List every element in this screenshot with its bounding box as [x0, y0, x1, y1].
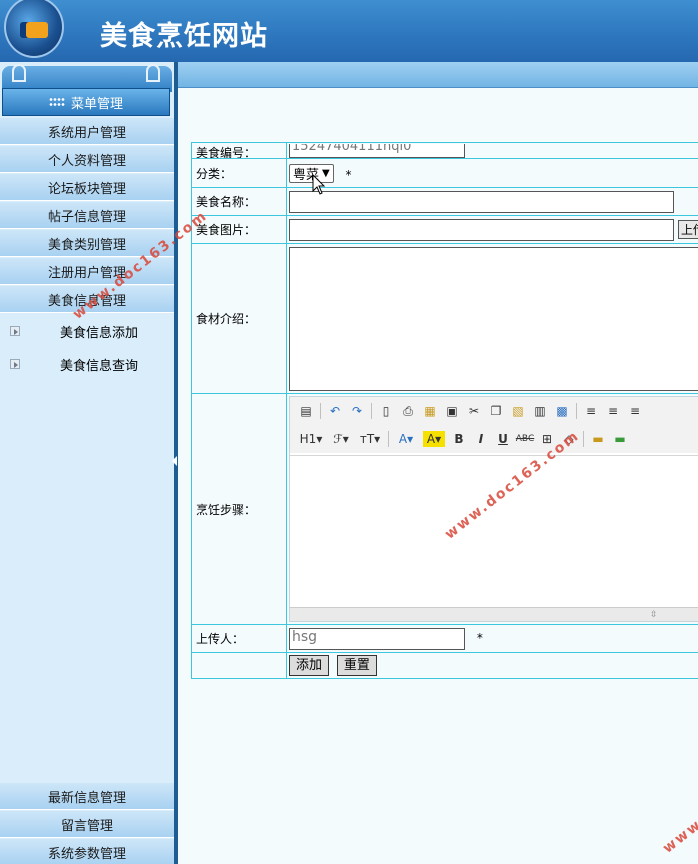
ring-icon — [12, 64, 26, 82]
uploader-label: 上传人： — [191, 624, 287, 653]
form-row-actions: 添加 重置 — [191, 652, 698, 679]
editor-content-area[interactable] — [290, 455, 698, 607]
resize-handle-icon[interactable]: ⇳ — [650, 610, 658, 620]
bold-icon[interactable]: B — [451, 431, 467, 447]
cut-icon[interactable]: ✂ — [466, 403, 482, 419]
mouse-cursor-icon — [312, 174, 326, 195]
required-mark: * — [476, 631, 483, 645]
required-mark: * — [345, 167, 352, 182]
form-row-image: 美食图片： 上传 — [191, 215, 698, 244]
steps-label: 烹饪步骤： — [191, 393, 287, 625]
uploader-input[interactable]: hsg — [289, 627, 465, 650]
sidebar-item-posts[interactable]: 帖子信息管理 — [0, 202, 174, 229]
form-row-ingredients: 食材介绍： — [191, 243, 698, 394]
paste-word-icon[interactable]: ▩ — [554, 403, 570, 419]
sidebar-item-messages[interactable]: 留言管理 — [0, 811, 174, 838]
form-row-steps: 烹饪步骤： ▤ ↶ ↷ ▯ ⎙ ▦ ▣ ✂ ❐ ▧ ▥ ▩ ≡ ≡ ≡ H1▾ … — [191, 393, 698, 625]
sidebar-item-latest-info[interactable]: 最新信息管理 — [0, 783, 174, 810]
editor-toolbar-row-2: H1▾ ℱ▾ тT▾ A▾ A▾ B I U ABC ⊞ ◇ ▬ ▬ — [290, 425, 698, 453]
menu-header-label: 菜单管理 — [70, 96, 123, 112]
template-icon[interactable]: ▦ — [422, 403, 438, 419]
sidebar-collapse-icon[interactable] — [172, 456, 178, 468]
paste-text-icon[interactable]: ▥ — [532, 403, 548, 419]
heading-icon[interactable]: H1▾ — [298, 431, 324, 447]
italic-icon[interactable]: I — [473, 431, 489, 447]
undo-icon[interactable]: ↶ — [327, 403, 343, 419]
submit-button[interactable]: 添加 — [289, 655, 330, 676]
food-name-input[interactable] — [289, 190, 674, 213]
editor-statusbar: ⇳ — [290, 607, 698, 621]
sidebar-item-forum-sections[interactable]: 论坛板块管理 — [0, 174, 174, 201]
form-row-category: 分类： 粤菜 ▼ * — [191, 158, 698, 188]
watermark: www.doc163.com — [660, 741, 698, 857]
category-label: 分类： — [191, 158, 287, 188]
highlight-icon[interactable]: A▾ — [423, 431, 445, 447]
align-left-icon[interactable]: ≡ — [583, 403, 599, 419]
sidebar-subitem-query-food[interactable]: 美食信息查询 — [0, 352, 174, 376]
upload-button[interactable]: 上传 — [678, 219, 698, 239]
font-color-icon[interactable]: A▾ — [395, 431, 417, 447]
arrow-right-icon — [10, 326, 20, 336]
header-banner: 美食烹饪网站 — [0, 0, 698, 62]
food-form: 美食编号： 15247404111hqi0 分类： 粤菜 ▼ * 美食名称： 美… — [191, 142, 698, 679]
print-icon[interactable]: ⎙ — [400, 403, 416, 419]
code-field[interactable]: 15247404111hqi0 — [289, 144, 465, 158]
sidebar-subitem-add-food[interactable]: 美食信息添加 — [0, 319, 174, 343]
font-family-icon[interactable]: ℱ▾ — [330, 431, 352, 447]
sidebar-item-profile[interactable]: 个人资料管理 — [0, 146, 174, 173]
site-title: 美食烹饪网站 — [100, 21, 268, 52]
code-icon[interactable]: ▣ — [444, 403, 460, 419]
menu-grid-icon — [48, 97, 65, 107]
site-logo — [4, 0, 64, 58]
arrow-right-icon — [10, 359, 20, 369]
font-size-icon[interactable]: тT▾ — [358, 431, 382, 447]
sidebar-item-system-users[interactable]: 系统用户管理 — [0, 118, 174, 145]
image-icon[interactable]: ▬ — [590, 431, 606, 447]
sidebar: 菜单管理 系统用户管理 个人资料管理 论坛板块管理 帖子信息管理 美食类别管理 … — [0, 62, 178, 864]
redo-icon[interactable]: ↷ — [349, 403, 365, 419]
align-right-icon[interactable]: ≡ — [627, 403, 643, 419]
form-row-uploader: 上传人： hsg * — [191, 624, 698, 653]
code-label: 美食编号： — [191, 142, 287, 159]
sidebar-item-system-params[interactable]: 系统参数管理 — [0, 839, 174, 864]
underline-icon[interactable]: U — [495, 431, 511, 447]
name-label: 美食名称： — [191, 187, 287, 216]
preview-icon[interactable]: ▯ — [378, 403, 394, 419]
source-icon[interactable]: ▤ — [298, 403, 314, 419]
copy-icon[interactable]: ❐ — [488, 403, 504, 419]
ingredients-label: 食材介绍： — [191, 243, 287, 394]
reset-button[interactable]: 重置 — [336, 655, 377, 676]
flash-icon[interactable]: ▬ — [612, 431, 628, 447]
form-row-name: 美食名称： — [191, 187, 698, 216]
ring-icon — [146, 64, 160, 82]
align-center-icon[interactable]: ≡ — [605, 403, 621, 419]
paste-icon[interactable]: ▧ — [510, 403, 526, 419]
strikethrough-icon[interactable]: ABC — [516, 431, 534, 447]
ingredients-textarea[interactable] — [289, 246, 698, 391]
editor-toolbar-row-1: ▤ ↶ ↷ ▯ ⎙ ▦ ▣ ✂ ❐ ▧ ▥ ▩ ≡ ≡ ≡ — [290, 397, 698, 425]
menu-header: 菜单管理 — [2, 88, 170, 116]
food-image-input[interactable] — [289, 218, 674, 241]
form-row-code: 美食编号： 15247404111hqi0 — [191, 142, 698, 159]
